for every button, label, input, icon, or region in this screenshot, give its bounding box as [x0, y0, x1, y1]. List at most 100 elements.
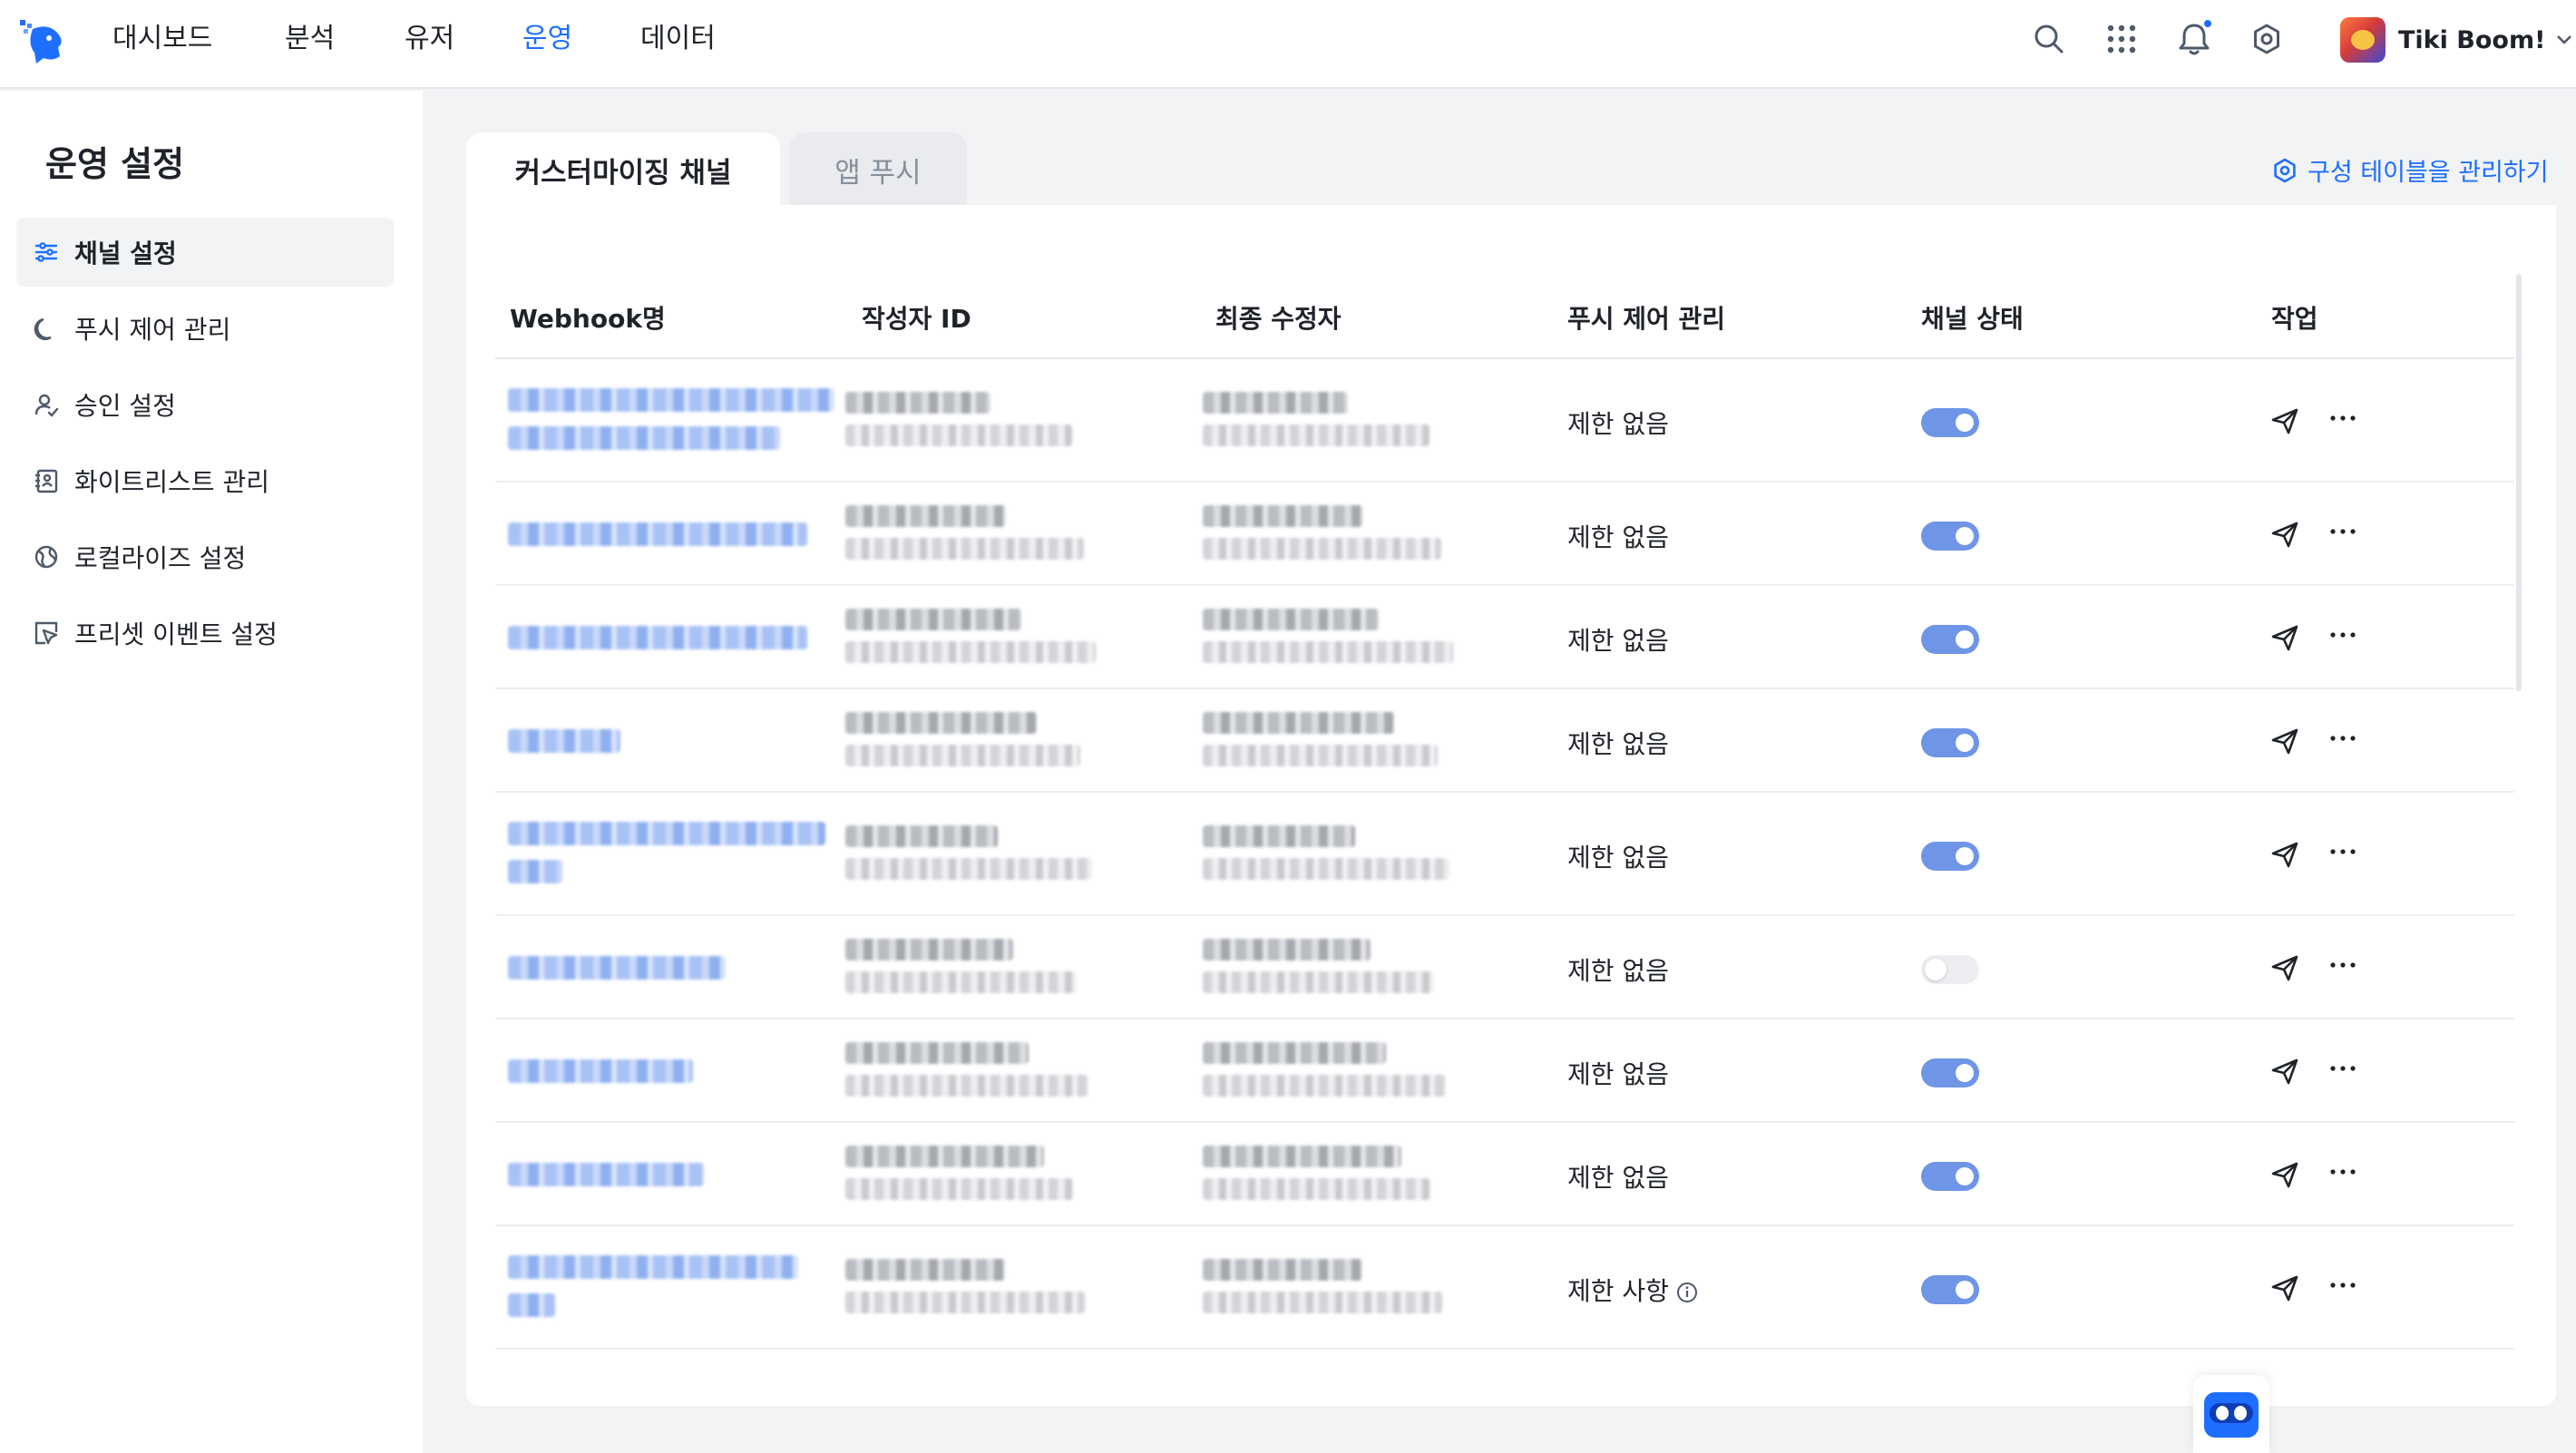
- sidebar-item[interactable]: 로컬라이즈 설정: [16, 522, 394, 591]
- app-logo[interactable]: [16, 16, 67, 67]
- webhook-name-link[interactable]: [508, 522, 807, 546]
- send-icon[interactable]: [2269, 519, 2300, 550]
- nav-item[interactable]: 대시보드: [112, 20, 212, 58]
- webhook-name-link[interactable]: [508, 388, 834, 412]
- sidebar-item-label: 채널 설정: [74, 239, 177, 268]
- channel-status-toggle[interactable]: [1921, 625, 1979, 654]
- send-icon[interactable]: [2269, 952, 2300, 983]
- more-options-icon[interactable]: [2327, 1053, 2358, 1084]
- column-header-author-id: 작성자 ID: [862, 304, 971, 334]
- more-options-icon[interactable]: [2327, 950, 2358, 980]
- info-icon[interactable]: [1676, 1282, 1698, 1303]
- chat-assistant-button[interactable]: [2193, 1375, 2269, 1453]
- nav-item[interactable]: 데이터: [640, 20, 716, 58]
- last-modifier-cell: [1203, 712, 1394, 734]
- table-header: Webhook명 작성자 ID 최종 수정자 푸시 제어 관리 채널 상태 작업: [495, 272, 2514, 359]
- send-icon[interactable]: [2269, 405, 2300, 436]
- webhook-name-link[interactable]: [508, 1255, 798, 1279]
- last-modifier-cell-secondary: [1203, 1075, 1446, 1097]
- webhook-name-link[interactable]: [508, 426, 780, 450]
- send-icon[interactable]: [2269, 1273, 2300, 1303]
- webhook-name-link[interactable]: [508, 1293, 555, 1317]
- push-control-cell: 제한 없음: [1567, 1055, 1669, 1091]
- table-row: 제한 사항: [495, 1226, 2514, 1350]
- sidebar: 운영 설정 채널 설정푸시 제어 관리승인 설정화이트리스트 관리로컬라이즈 설…: [0, 91, 423, 1453]
- webhook-name-link[interactable]: [508, 1163, 704, 1186]
- nav-item[interactable]: 분석: [285, 20, 335, 58]
- apps-grid-icon[interactable]: [2101, 18, 2142, 60]
- sidebar-item[interactable]: 채널 설정: [16, 218, 394, 287]
- sidebar-item[interactable]: 프리셋 이벤트 설정: [16, 599, 394, 668]
- channel-status-toggle[interactable]: [1921, 408, 1979, 437]
- push-control-cell: 제한 사항: [1567, 1272, 1698, 1308]
- channel-status-toggle[interactable]: [1921, 1058, 1979, 1087]
- nav-item[interactable]: 유저: [405, 20, 454, 58]
- table-row: 제한 없음: [495, 1019, 2514, 1123]
- last-modifier-cell: [1203, 392, 1348, 414]
- sidebar-title: 운영 설정: [45, 144, 185, 184]
- push-control-text: 제한 없음: [1567, 956, 1669, 986]
- more-options-icon[interactable]: [2327, 619, 2358, 650]
- sidebar-item-label: 화이트리스트 관리: [74, 467, 269, 497]
- author-id-cell: [845, 505, 1006, 527]
- channel-status-toggle[interactable]: [1921, 955, 1979, 984]
- author-id-cell: [845, 392, 990, 414]
- more-options-icon[interactable]: [2327, 403, 2358, 434]
- author-id-cell-secondary: [845, 1178, 1073, 1200]
- tab-label: 앱 푸시: [834, 156, 922, 190]
- more-options-icon[interactable]: [2327, 1156, 2358, 1187]
- table-row: 제한 없음: [495, 916, 2514, 1019]
- push-control-text: 제한 없음: [1567, 1059, 1669, 1089]
- channel-status-toggle[interactable]: [1921, 728, 1979, 757]
- search-icon[interactable]: [2028, 18, 2070, 60]
- send-icon[interactable]: [2269, 1159, 2300, 1190]
- send-icon[interactable]: [2269, 1056, 2300, 1087]
- webhook-name-link[interactable]: [508, 626, 807, 649]
- webhook-name-link[interactable]: [508, 860, 562, 883]
- channel-status-toggle[interactable]: [1921, 1162, 1979, 1191]
- last-modifier-cell: [1203, 609, 1379, 630]
- last-modifier-cell: [1203, 1259, 1362, 1281]
- author-id-cell: [845, 1042, 1029, 1064]
- last-modifier-cell-secondary: [1203, 858, 1449, 880]
- webhook-name-link[interactable]: [508, 822, 825, 845]
- user-check-icon: [31, 389, 62, 420]
- push-control-text: 제한 사항: [1567, 1276, 1669, 1306]
- sidebar-item[interactable]: 푸시 제어 관리: [16, 294, 394, 363]
- channel-status-toggle[interactable]: [1921, 842, 1979, 871]
- send-icon[interactable]: [2269, 726, 2300, 756]
- sidebar-item[interactable]: 화이트리스트 관리: [16, 446, 394, 515]
- tab-label: 커스터마이징 채널: [514, 156, 732, 190]
- column-header-push-control: 푸시 제어 관리: [1567, 304, 1726, 334]
- author-id-cell: [845, 939, 1013, 961]
- last-modifier-cell-secondary: [1203, 1178, 1430, 1200]
- more-options-icon[interactable]: [2327, 516, 2358, 547]
- nav-item[interactable]: 운영: [522, 20, 572, 58]
- avatar: [2340, 17, 2386, 63]
- push-control-cell: 제한 없음: [1567, 838, 1669, 874]
- last-modifier-cell-secondary: [1203, 971, 1434, 993]
- channel-status-toggle[interactable]: [1921, 1275, 1979, 1304]
- sidebar-item[interactable]: 승인 설정: [16, 370, 394, 439]
- send-icon[interactable]: [2269, 839, 2300, 870]
- manage-config-table-link[interactable]: 구성 테이블을 관리하기: [2271, 152, 2549, 188]
- contact-card-icon: [31, 465, 62, 496]
- tab-app-push[interactable]: 앱 푸시: [789, 132, 967, 207]
- manage-link-label: 구성 테이블을 관리하기: [2308, 159, 2549, 187]
- author-id-cell-secondary: [845, 641, 1096, 663]
- more-options-icon[interactable]: [2327, 723, 2358, 754]
- more-options-icon[interactable]: [2327, 1270, 2358, 1301]
- send-icon[interactable]: [2269, 622, 2300, 653]
- scrollbar[interactable]: [2516, 274, 2522, 691]
- user-menu[interactable]: Tiki Boom!: [2340, 16, 2572, 63]
- webhook-name-link[interactable]: [508, 729, 620, 753]
- gear-icon[interactable]: [2246, 18, 2288, 60]
- author-id-cell-secondary: [845, 858, 1092, 880]
- webhook-name-link[interactable]: [508, 956, 726, 980]
- bell-icon[interactable]: [2173, 18, 2215, 60]
- tab-custom-channel[interactable]: 커스터마이징 채널: [466, 132, 780, 207]
- webhook-name-link[interactable]: [508, 1059, 693, 1083]
- more-options-icon[interactable]: [2327, 836, 2358, 867]
- channel-status-toggle[interactable]: [1921, 522, 1979, 551]
- table-row: 제한 없음: [495, 793, 2514, 916]
